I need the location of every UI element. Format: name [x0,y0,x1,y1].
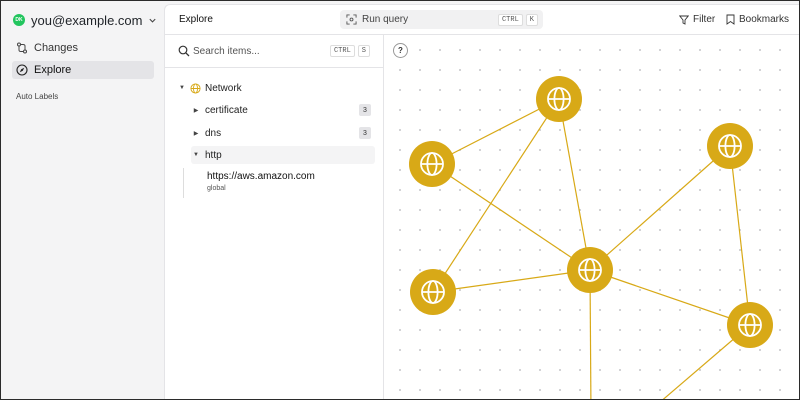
search-input[interactable] [193,44,328,58]
tree-node-dns[interactable]: ▶ dns 3 [191,124,375,142]
kbd-key: S [357,45,370,57]
caret-right-icon: ▶ [193,130,199,137]
app-window: DK you@example.com Changes Explore Auto … [0,0,800,400]
avatar: DK [13,14,25,26]
search-shortcut: CTRL S [329,45,370,57]
search-bar: CTRL S [165,35,384,68]
tree-leaf-item[interactable]: https://aws.amazon.com global [183,168,373,198]
bookmarks-button[interactable]: Bookmarks [726,14,789,25]
git-compare-icon [17,42,27,54]
count-badge: 3 [359,127,371,139]
account-email: you@example.com [31,12,143,28]
kbd-key: K [525,14,538,26]
graph-node[interactable] [536,76,582,122]
graph-node[interactable] [409,141,455,187]
run-query-label: Run query [362,14,409,25]
network-graph [409,76,773,399]
graph-edge [558,98,591,271]
leaf-title: https://aws.amazon.com [207,171,315,182]
tree-node-label: http [205,149,222,161]
explorer-tree-panel: CTRL S ▼ Network ▶ certificate 3 ▶ dns [165,35,384,399]
compass-icon [16,64,28,76]
graph-edge [589,145,731,271]
sidebar-item-label: Explore [34,64,72,76]
search-icon [178,45,190,57]
graph-node[interactable] [707,123,753,169]
tree-node-label: certificate [205,104,248,116]
filter-icon [679,15,689,25]
graph-canvas[interactable]: ? [385,35,799,399]
graph-node[interactable] [727,302,773,348]
bookmarks-label: Bookmarks [739,14,790,25]
graph-edge [431,163,591,271]
topbar: Explore Run query CTRL K Filter Bookmark… [165,5,799,35]
globe-icon [190,82,201,94]
page-title: Explore [179,14,213,25]
chevron-down-icon [149,18,157,23]
sidebar-item-label: Changes [34,42,79,54]
tree-node-http[interactable]: ▼ http [191,146,375,164]
caret-down-icon: ▼ [193,152,199,158]
auto-labels-heading: Auto Labels [16,92,59,101]
help-button[interactable]: ? [393,43,408,58]
account-switcher[interactable]: DK you@example.com [13,10,157,30]
graph-edge [729,145,751,326]
graph-node[interactable] [410,269,456,315]
sidebar-item-explore[interactable]: Explore [12,61,154,79]
tree-node-certificate[interactable]: ▶ certificate 3 [191,101,375,119]
count-badge: 3 [359,104,371,116]
sidebar-item-changes[interactable]: Changes [12,39,154,57]
leaf-subtitle: global [207,185,226,192]
main-panel: Explore Run query CTRL K Filter Bookmark… [164,4,799,399]
sidebar: DK you@example.com Changes Explore Auto … [1,1,164,399]
kbd-key: CTRL [329,45,355,57]
filter-button[interactable]: Filter [679,14,715,25]
caret-right-icon: ▶ [193,107,199,114]
tree-node-network[interactable]: ▼ Network [177,79,375,97]
run-query-shortcut: CTRL K [497,14,538,26]
bookmark-icon [726,14,735,25]
graph-node[interactable] [567,247,613,293]
tree-node-label: dns [205,127,222,139]
graph-edge [432,98,560,293]
filter-label: Filter [693,14,716,25]
caret-down-icon: ▼ [179,85,185,91]
run-query-button[interactable]: Run query CTRL K [340,10,543,29]
kbd-key: CTRL [497,14,523,26]
graph-edge [432,269,591,293]
graph-edge [589,269,751,326]
query-icon [346,14,357,25]
tree-node-label: Network [205,82,242,94]
